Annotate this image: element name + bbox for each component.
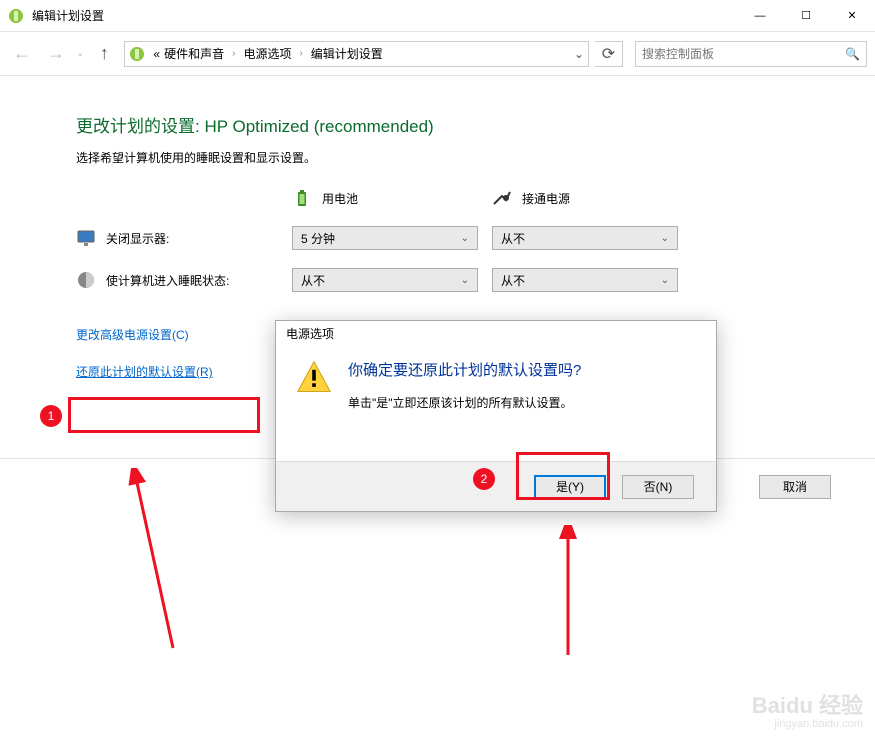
crumb-c[interactable]: 编辑计划设置 [309,45,385,62]
col-battery: 用电池 [292,188,478,208]
row-sleep: 使计算机进入睡眠状态: [76,270,278,290]
plug-icon [492,188,512,208]
dialog-body: 你确定要还原此计划的默认设置吗? 单击"是"立即还原该计划的所有默认设置。 [276,345,716,419]
page-title: 更改计划的设置: HP Optimized (recommended) [76,112,875,137]
sleep-icon [76,270,96,290]
col-battery-label: 用电池 [322,190,358,207]
sleep-plugged-value: 从不 [501,272,525,289]
display-battery-dropdown[interactable]: 5 分钟 ⌄ [292,226,478,250]
confirm-dialog: 电源选项 你确定要还原此计划的默认设置吗? 单击"是"立即还原该计划的所有默认设… [275,320,717,512]
cancel-button[interactable]: 取消 [759,475,831,499]
watermark-url: jingyan.baidu.com [752,718,863,730]
addr-caret[interactable]: ⌄ [574,47,584,61]
annotation-marker-1: 1 [40,405,62,427]
nav-row: ← → ⌄ ↑ « 硬件和声音 › 电源选项 › 编辑计划设置 ⌄ ⟳ 搜索控制… [0,32,875,76]
annotation-marker-2: 2 [473,468,495,490]
titlebar: 编辑计划设置 — ☐ ✕ [0,0,875,32]
watermark-brand: Baidu 经验 [752,694,863,718]
window-controls: — ☐ ✕ [737,0,875,32]
row-display-label: 关闭显示器: [106,230,169,247]
display-plugged-dropdown[interactable]: 从不 ⌄ [492,226,678,250]
refresh-button[interactable]: ⟳ [595,41,623,67]
crumb-a[interactable]: 硬件和声音 [162,45,226,62]
row-sleep-label: 使计算机进入睡眠状态: [106,272,229,289]
app-icon [8,8,24,24]
dialog-main-text: 你确定要还原此计划的默认设置吗? [348,359,581,380]
display-battery-value: 5 分钟 [301,230,335,247]
search-placeholder: 搜索控制面板 [642,45,714,62]
annotation-box-1 [68,397,260,433]
page-subtitle: 选择希望计算机使用的睡眠设置和显示设置。 [76,149,875,166]
dialog-title: 电源选项 [276,321,716,345]
back-button[interactable]: ← [8,40,36,68]
crumb-sep: › [226,48,241,59]
col-plugged: 接通电源 [492,188,678,208]
window-title: 编辑计划设置 [32,7,737,24]
address-bar[interactable]: « 硬件和声音 › 电源选项 › 编辑计划设置 ⌄ [124,41,589,67]
dialog-footer: 是(Y) 否(N) [276,461,716,511]
chevron-down-icon: ⌄ [461,275,469,286]
crumb-b[interactable]: 电源选项 [241,45,293,62]
warning-icon [296,359,332,395]
chevron-down-icon: ⌄ [461,233,469,244]
monitor-icon [76,228,96,248]
sleep-battery-value: 从不 [301,272,325,289]
minimize-button[interactable]: — [737,0,783,32]
row-display: 关闭显示器: [76,228,278,248]
battery-icon [292,188,312,208]
address-icon [129,46,145,62]
sleep-battery-dropdown[interactable]: 从不 ⌄ [292,268,478,292]
crumb-pre: « [151,47,162,61]
maximize-button[interactable]: ☐ [783,0,829,32]
chevron-down-icon: ⌄ [661,275,669,286]
col-plugged-label: 接通电源 [522,190,570,207]
search-box[interactable]: 搜索控制面板 🔍 [635,41,867,67]
dialog-yes-button[interactable]: 是(Y) [534,475,606,499]
display-plugged-value: 从不 [501,230,525,247]
forward-button[interactable]: → [42,40,70,68]
annotation-arrow-2 [548,525,588,665]
up-button[interactable]: ↑ [90,40,118,68]
crumb-sep: › [293,48,308,59]
chevron-down-icon: ⌄ [661,233,669,244]
close-button[interactable]: ✕ [829,0,875,32]
dialog-no-button[interactable]: 否(N) [622,475,694,499]
sleep-plugged-dropdown[interactable]: 从不 ⌄ [492,268,678,292]
search-icon[interactable]: 🔍 [845,47,860,61]
watermark: Baidu 经验 jingyan.baidu.com [752,694,863,730]
power-grid: 用电池 接通电源 关闭显示器: 5 分钟 ⌄ 从不 ⌄ 使计算机进入睡眠状态: … [76,188,875,292]
dialog-sub-text: 单击"是"立即还原该计划的所有默认设置。 [348,394,581,411]
history-dropdown[interactable]: ⌄ [76,48,84,59]
